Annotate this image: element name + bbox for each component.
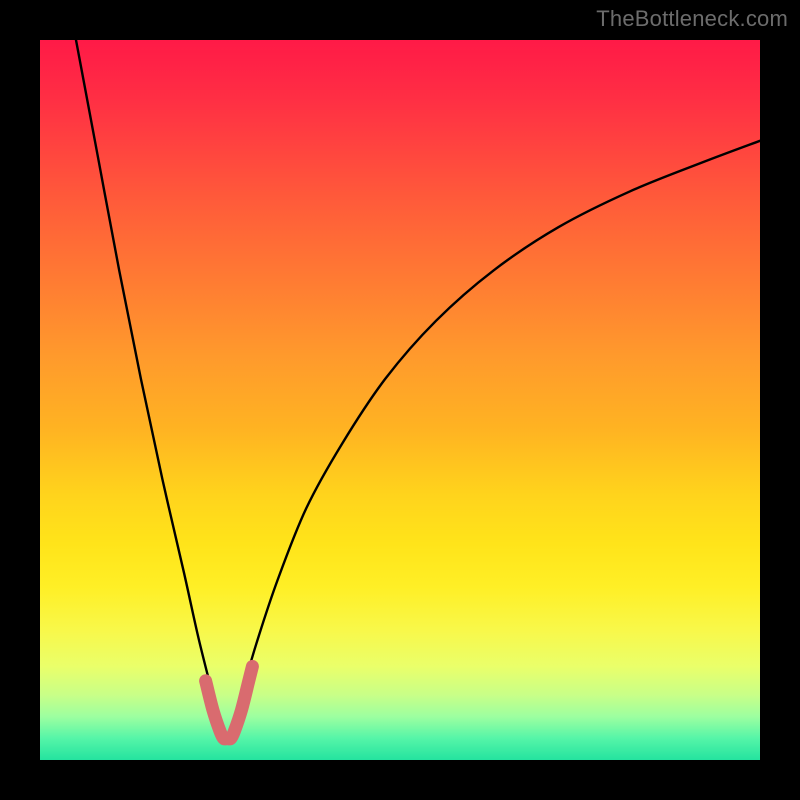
chart-frame: TheBottleneck.com bbox=[0, 0, 800, 800]
bottleneck-curve bbox=[76, 40, 760, 738]
optimal-range-marker bbox=[206, 666, 253, 739]
curve-svg bbox=[40, 40, 760, 760]
plot-area bbox=[40, 40, 760, 760]
watermark-text: TheBottleneck.com bbox=[596, 6, 788, 32]
